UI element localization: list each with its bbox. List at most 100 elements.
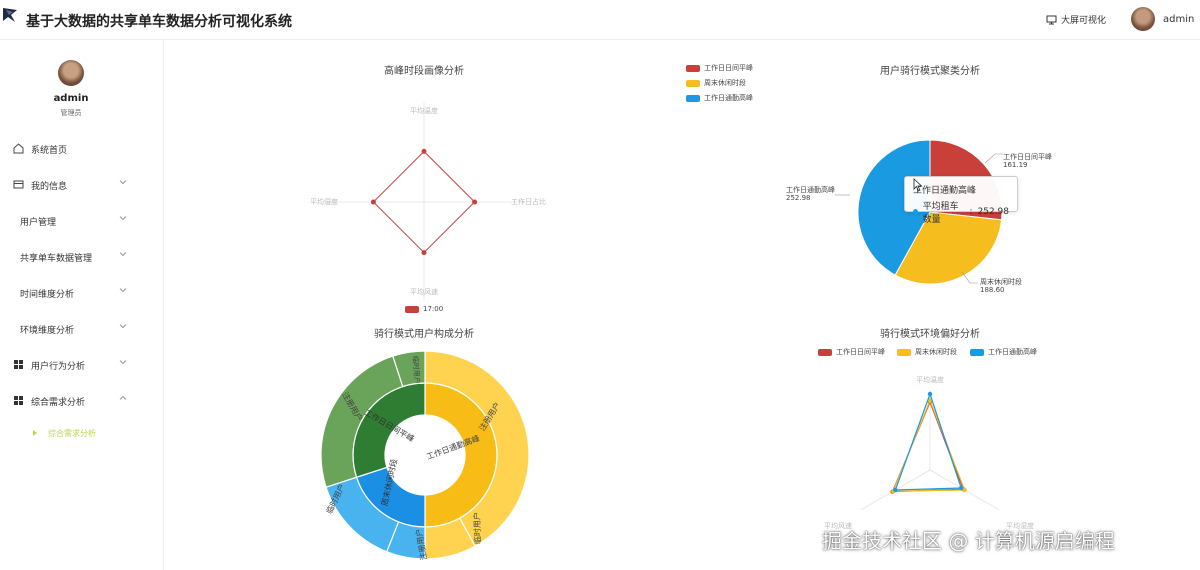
pie-label-name: 工作日通勤高峰: [786, 185, 835, 194]
sidebar-avatar: [58, 60, 84, 86]
sidebar-item-label: 时间维度分析: [20, 290, 75, 300]
chevron-down-icon: [119, 180, 127, 185]
tooltip-value: 252.98: [977, 207, 1010, 217]
legend-label: 工作日日间平峰: [704, 64, 753, 72]
radar-chart-peak: 平均温度 工作日占比 平均风速 平均湿度: [310, 102, 546, 300]
pie-label-name: 工作日日间平峰: [1003, 152, 1052, 161]
radar-axis-label-right: 工作日占比: [511, 197, 546, 206]
chart-title-sunburst: 骑行模式用户构成分析: [374, 329, 474, 340]
legend-swatch: [405, 305, 419, 313]
radar-point: [927, 391, 933, 397]
radar-series-commute: [894, 392, 962, 491]
pie-label-name: 周末休闲时段: [980, 277, 1022, 286]
radar-series-weekend: [892, 398, 966, 492]
legend-swatch: [970, 348, 984, 356]
caret-right-icon: [33, 430, 37, 436]
top-user-name: admin: [1163, 13, 1195, 25]
chevron-down-icon: [119, 324, 127, 329]
tooltip-marker: [913, 209, 918, 215]
sidebar-item-time-analysis[interactable]: 时间维度分析: [0, 283, 150, 303]
id-card-icon: [13, 180, 24, 189]
legend-swatch: [686, 79, 700, 87]
grid-icon: [14, 396, 23, 405]
home-icon: [13, 143, 24, 154]
radar-point: [893, 487, 898, 493]
legend-label: 工作日日间平峰: [836, 348, 885, 356]
sidebar-item-user-management[interactable]: 用户管理: [0, 211, 150, 231]
pie-label-value: 252.98: [786, 194, 811, 202]
radar-point: [370, 199, 376, 205]
radar-point: [421, 250, 427, 256]
legend-item-weekday-offpeak[interactable]: 工作日日间平峰: [686, 63, 753, 73]
mouse-cursor-icon: [913, 178, 923, 192]
sunburst-label-outer-2: 临时用户: [471, 512, 482, 544]
legend-item-commute[interactable]: 工作日通勤高峰: [686, 93, 753, 103]
legend-swatch: [897, 348, 911, 356]
tooltip-separator: :: [969, 207, 973, 217]
sidebar-subitem-demand-analysis[interactable]: 综合需求分析: [0, 424, 150, 444]
avatar: [1131, 7, 1155, 31]
chevron-down-icon: [119, 252, 127, 257]
sunburst-chart: 工作日通勤高峰 周末休闲时段 工作日日间平峰 注册用户 临时用户 注册用户 临时…: [320, 350, 530, 561]
sidebar-user-role: 管理员: [60, 109, 82, 117]
radar-axis-label-top: 平均温度: [410, 106, 438, 115]
tooltip-row: 平均租车数量: 252.98: [913, 199, 1009, 225]
bike-logo-icon: [3, 8, 17, 22]
radar-point: [958, 485, 964, 491]
sidebar-item-bike-data[interactable]: 共享单车数据管理: [0, 247, 150, 267]
pie-label-value: 188.60: [980, 286, 1005, 294]
monitor-icon: [1046, 15, 1057, 24]
sidebar-item-label: 环境维度分析: [20, 326, 75, 336]
pie-label-weekday-offpeak: 工作日日间平峰 161.19: [984, 152, 1052, 169]
sidebar-item-demand-analysis[interactable]: 综合需求分析: [0, 391, 150, 411]
watermark: 掘金技术社区 @ 计算机源启编程: [822, 529, 1115, 553]
legend-swatch: [686, 64, 700, 72]
app-title: 基于大数据的共享单车数据分析可视化系统: [26, 14, 292, 30]
legend-env-offpeak[interactable]: 工作日日间平峰: [818, 347, 885, 357]
chart-title-env: 骑行模式环境偏好分析: [880, 329, 980, 340]
top-user-menu[interactable]: admin: [1131, 7, 1194, 31]
grid-icon: [14, 360, 23, 369]
radar-point: [472, 199, 478, 205]
sidebar-item-env-analysis[interactable]: 环境维度分析: [0, 319, 150, 339]
chevron-up-icon: [119, 395, 127, 400]
legend-env-weekend[interactable]: 周末休闲时段: [897, 347, 957, 357]
sidebar-item-label: 综合需求分析: [48, 429, 96, 438]
legend-item-weekend[interactable]: 周末休闲时段: [686, 78, 746, 88]
sidebar-item-label: 共享单车数据管理: [20, 254, 93, 264]
radar-axis-label-left: 平均湿度: [310, 197, 338, 206]
pie-label-value: 161.19: [1003, 161, 1028, 169]
radar-axis-label-bottom: 平均风速: [410, 287, 438, 296]
pie-label-commute: 工作日通勤高峰 252.98: [786, 185, 850, 202]
chart-title-cluster: 用户骑行模式聚类分析: [880, 66, 980, 77]
sidebar-item-label: 系统首页: [31, 146, 68, 156]
legend-swatch: [818, 348, 832, 356]
sidebar-item-label: 我的信息: [31, 182, 68, 192]
sidebar: admin 管理员 系统首页 我的信息 用户管理 共享单车数据管理 时间维度分析…: [0, 40, 164, 570]
sidebar-item-my-info[interactable]: 我的信息: [0, 175, 150, 195]
legend-label: 工作日通勤高峰: [988, 348, 1037, 356]
bigscreen-button[interactable]: 大屏可视化: [1046, 13, 1106, 26]
sidebar-item-label: 用户管理: [20, 218, 57, 228]
chevron-down-icon: [119, 360, 127, 365]
sidebar-item-home[interactable]: 系统首页: [0, 139, 150, 159]
sidebar-item-user-behavior[interactable]: 用户行为分析: [0, 355, 150, 375]
chart-title-peak: 高峰时段画像分析: [384, 66, 464, 77]
sidebar-item-label: 用户行为分析: [31, 362, 86, 372]
pie-label-weekend: 周末休闲时段 188.60: [961, 271, 1022, 294]
radar-axis-label-top: 平均温度: [916, 375, 944, 384]
radar-point: [421, 148, 427, 154]
legend-swatch: [686, 94, 700, 102]
legend-label: 工作日通勤高峰: [704, 94, 753, 102]
legend-env-commute[interactable]: 工作日通勤高峰: [970, 347, 1037, 357]
sidebar-item-label: 综合需求分析: [31, 398, 86, 408]
legend-peak[interactable]: 17:00: [405, 305, 443, 313]
legend-label: 17:00: [423, 305, 444, 313]
tooltip-series: 平均租车数量: [922, 202, 959, 225]
bigscreen-label: 大屏可视化: [1061, 16, 1107, 26]
legend-label: 周末休闲时段: [915, 348, 957, 356]
tooltip-title: 工作日通勤高峰: [913, 186, 977, 196]
sidebar-user-name: admin: [53, 93, 89, 104]
chevron-down-icon: [119, 288, 127, 293]
radar-series-offpeak: [891, 400, 965, 493]
